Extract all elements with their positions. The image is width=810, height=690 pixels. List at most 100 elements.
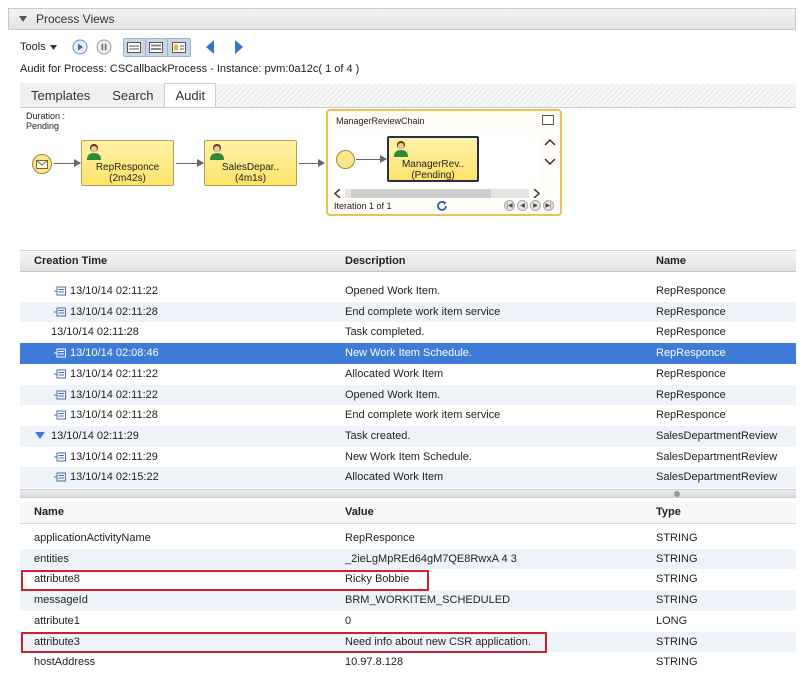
table-row[interactable]: 13/10/14 02:11:22 Allocated Work Item RepR… <box>20 363 796 385</box>
task-name: ManagerRev.. <box>401 159 465 170</box>
next-iteration-icon[interactable]: ▶ <box>530 200 541 211</box>
subprocess-horizontal-scroll[interactable] <box>334 188 540 199</box>
cell-attr-value: RepResponce <box>345 532 415 544</box>
tab-search[interactable]: Search <box>101 83 165 108</box>
subprocess-expand-icon[interactable] <box>542 115 554 125</box>
table-row[interactable]: 13/10/14 02:08:46 New Work Item Schedule.… <box>20 343 796 364</box>
chevron-left-icon[interactable] <box>334 189 341 198</box>
cell-name: RepResponce <box>656 285 726 297</box>
table-row[interactable]: 13/10/14 02:11:28 Task completed. RepRespo… <box>20 322 796 344</box>
task-name: SalesDepar.. <box>221 162 280 173</box>
highlight-attribute3 <box>21 632 547 653</box>
cell-creation-time: 13/10/14 02:11:22 <box>70 388 158 401</box>
chevron-right-icon[interactable] <box>533 189 540 198</box>
user-task-icon <box>87 144 101 160</box>
table-row[interactable]: 13/10/14 02:11:28 End complete work item … <box>20 405 796 426</box>
table-row[interactable]: 13/10/14 02:11:22 Opened Work Item. RepRes… <box>20 384 796 406</box>
subprocess-managerreviewchain[interactable]: ManagerReviewChain ManagerRev.. (Pending… <box>326 109 562 216</box>
task-duration: (2m42s) <box>109 173 146 184</box>
attribute-row[interactable]: attribute1 0 LONG <box>20 610 796 632</box>
previous-iteration-icon[interactable]: ◀ <box>517 200 528 211</box>
table-row[interactable]: 13/10/14 02:11:29 New Work Item Schedule.… <box>20 446 796 468</box>
column-attr-type[interactable]: Type <box>656 506 681 518</box>
last-iteration-icon[interactable]: ▶| <box>543 200 554 211</box>
cell-description: New Work Item Schedule. <box>345 450 472 463</box>
task-represponce[interactable]: RepResponce (2m42s) <box>81 140 174 186</box>
column-name[interactable]: Name <box>656 255 686 267</box>
cell-name: SalesDepartmentReview <box>656 471 778 484</box>
column-description[interactable]: Description <box>345 255 406 267</box>
duration-label: Duration : <box>26 111 66 121</box>
pause-button[interactable] <box>95 38 113 56</box>
workitem-icon <box>54 390 66 399</box>
cell-description: Opened Work Item. <box>345 388 441 401</box>
workitem-icon <box>54 348 66 358</box>
tab-audit[interactable]: Audit <box>164 83 217 108</box>
column-creation-time[interactable]: Creation Time <box>34 255 107 267</box>
start-event[interactable] <box>336 150 355 169</box>
cell-description: New Work Item Schedule. <box>345 347 472 360</box>
attribute-row[interactable]: messageId BRM_WORKITEM_SCHEDULED STRING <box>20 590 796 611</box>
tools-menu[interactable]: Tools <box>20 41 57 53</box>
attributes-grid-header: Name Value Type <box>20 502 796 524</box>
subprocess-canvas: ManagerRev.. (Pending) <box>334 131 540 187</box>
cell-attr-name: entities <box>34 552 69 565</box>
table-row[interactable]: 13/10/14 02:11:28 End complete work item … <box>20 301 796 323</box>
column-attr-value[interactable]: Value <box>345 506 374 518</box>
splitter-handle-icon[interactable] <box>674 491 680 497</box>
collapse-icon[interactable] <box>18 14 28 24</box>
view-mode-group <box>122 37 191 57</box>
task-managerreview[interactable]: ManagerRev.. (Pending) <box>387 136 479 182</box>
play-icon <box>72 39 88 55</box>
next-button[interactable] <box>231 38 247 56</box>
cell-name: RepResponce <box>656 305 726 318</box>
attribute-row[interactable]: applicationActivityName RepResponce STRING <box>20 528 796 549</box>
workitem-icon <box>54 410 66 420</box>
view-list-button[interactable] <box>124 38 146 56</box>
sequence-flow <box>299 159 325 167</box>
table-row[interactable]: 13/10/14 02:11:22 Opened Work Item. RepRes… <box>20 281 796 302</box>
view-split-button[interactable] <box>168 39 190 56</box>
workitem-icon <box>54 369 66 379</box>
cell-attr-type: STRING <box>656 594 698 607</box>
cell-description: End complete work item service <box>345 305 501 318</box>
table-row-partial <box>20 272 796 280</box>
subprocess-vertical-scroll[interactable] <box>544 137 556 181</box>
cell-attr-name: messageId <box>34 594 88 607</box>
audit-caption: Audit for Process: CSCallbackProcess - I… <box>20 63 360 75</box>
pane-splitter[interactable] <box>20 489 796 498</box>
attribute-row[interactable]: hostAddress 10.97.8.128 STRING <box>20 652 796 673</box>
expand-arrow-icon[interactable] <box>35 431 45 439</box>
tab-templates[interactable]: Templates <box>20 83 102 108</box>
process-views-header[interactable]: Process Views <box>8 8 796 30</box>
view-detail-button[interactable] <box>146 38 168 56</box>
cell-creation-time: 13/10/14 02:11:22 <box>70 285 158 297</box>
audit-grid-header: Creation Time Description Name <box>20 250 796 272</box>
split-view-icon <box>171 41 186 53</box>
cell-attr-type: STRING <box>656 635 698 648</box>
scroll-track <box>345 189 529 198</box>
column-attr-name[interactable]: Name <box>34 506 64 518</box>
cell-attr-value: 10.97.8.128 <box>345 656 404 669</box>
scroll-thumb[interactable] <box>351 189 491 198</box>
task-salesdepartment[interactable]: SalesDepar.. (4m1s) <box>204 140 297 186</box>
table-row[interactable]: 13/10/14 02:11:29 Task created. SalesDepar… <box>20 425 796 447</box>
cell-description: Allocated Work Item <box>345 367 444 380</box>
message-start-event[interactable] <box>32 154 52 174</box>
table-row[interactable]: 13/10/14 02:15:22 Allocated Work Item Sale… <box>20 467 796 488</box>
cell-attr-name: applicationActivityName <box>34 532 151 544</box>
previous-button[interactable] <box>203 38 219 56</box>
tools-menu-label: Tools <box>20 41 46 53</box>
first-iteration-icon[interactable]: |◀ <box>504 200 515 211</box>
attribute-row[interactable]: entities _2ieLgMpREd64gM7QE8RwxA 4 3 STRIN… <box>20 548 796 570</box>
workitem-icon <box>54 472 66 482</box>
cell-creation-time: 13/10/14 02:11:28 <box>51 326 139 339</box>
task-status: (Pending) <box>411 170 455 181</box>
play-button[interactable] <box>71 38 89 56</box>
detail-view-icon <box>149 41 164 53</box>
sequence-flow <box>356 155 387 163</box>
refresh-icon[interactable] <box>436 200 448 212</box>
cell-attr-type: STRING <box>656 552 698 565</box>
cell-name: SalesDepartmentReview <box>656 450 778 463</box>
cell-name: RepResponce <box>656 388 726 401</box>
